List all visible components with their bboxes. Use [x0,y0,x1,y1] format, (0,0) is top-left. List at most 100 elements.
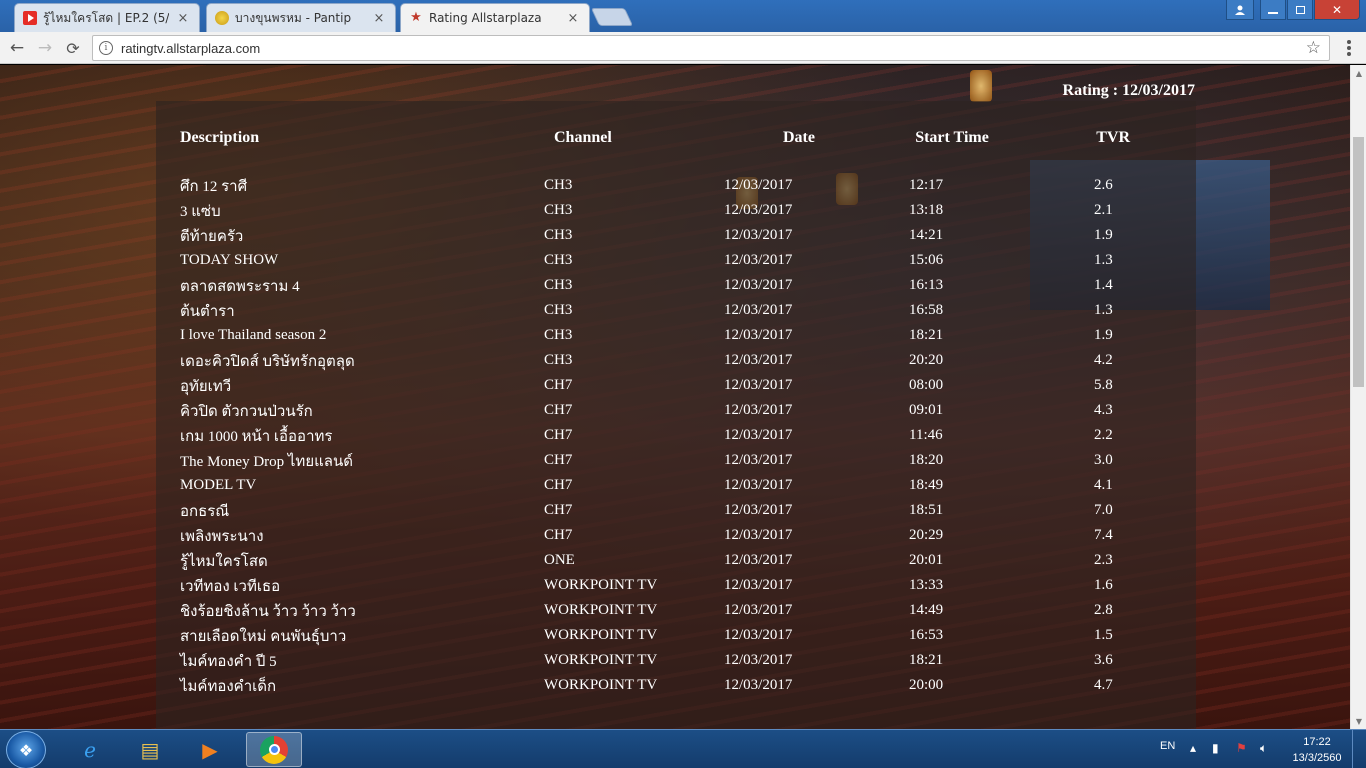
table-row: รู้ไหมใครโสด ONE 12/03/2017 20:01 2.3 [172,548,1130,573]
show-hidden-icons-icon[interactable]: ▴ [1190,741,1196,755]
cell-description: คิวปิด ตัวกวนป่วนรัก [180,403,313,420]
show-desktop-button[interactable] [1352,730,1366,768]
system-clock[interactable]: 17:22 13/3/2560 [1290,734,1344,766]
cell-channel: CH7 [544,377,573,393]
cell-description: เพลิงพระนาง [180,528,264,545]
tab-youtube[interactable]: รู้ไหมใครโสด | EP.2 (5/5 × [14,3,200,32]
table-row: I love Thailand season 2 CH3 12/03/2017 18:… [172,323,1130,348]
close-window-button[interactable]: ✕ [1314,0,1360,20]
cell-date: 12/03/2017 [724,402,793,418]
url-text[interactable]: ratingtv.allstarplaza.com [121,41,260,56]
cell-description: ตีท้ายครัว [180,228,244,245]
volume-icon[interactable]: 🔈︎ [1260,741,1267,756]
cell-start-time: 18:49 [909,477,944,493]
close-icon[interactable]: × [371,11,387,26]
cell-tvr: 1.9 [1094,327,1113,343]
cell-channel: CH3 [544,302,573,318]
clock-date: 13/3/2560 [1292,752,1342,764]
header-description: Description [180,129,260,146]
background-lamp [970,70,992,102]
cell-tvr: 7.4 [1094,527,1113,543]
forward-button[interactable]: → [34,37,56,59]
close-icon[interactable]: × [175,11,191,26]
browser-toolbar: ← → ⟳ i ratingtv.allstarplaza.com ☆ [0,32,1366,64]
cell-start-time: 20:00 [909,677,944,693]
cell-description: TODAY SHOW [180,252,279,268]
table-row: เพลิงพระนาง CH7 12/03/2017 20:29 7.4 [172,523,1130,548]
scrollbar-thumb[interactable] [1353,137,1364,387]
cell-date: 12/03/2017 [724,602,793,618]
star-icon: ★ [410,10,422,25]
minimize-button[interactable] [1260,0,1286,20]
cell-start-time: 16:53 [909,627,944,643]
table-row: เดอะคิวปิดส์ บริษัทรักอุตลุด CH3 12/03/201… [172,348,1130,373]
start-button[interactable]: ❖ [6,731,46,768]
new-tab-button[interactable] [590,8,634,26]
reload-button[interactable]: ⟳ [62,37,84,59]
table-header-row: Description Channel Date Start Time TVR [172,127,1130,149]
cell-start-time: 20:20 [909,352,944,368]
rating-title: Rating : 12/03/2017 [1062,82,1195,99]
clock-time: 17:22 [1303,736,1331,748]
cell-channel: WORKPOINT TV [544,602,658,618]
tab-title: Rating Allstarplaza [429,11,542,25]
maximize-button[interactable] [1287,0,1313,20]
file-explorer-icon[interactable]: ▤ [122,732,178,767]
cell-channel: CH3 [544,277,573,293]
internet-explorer-icon[interactable]: ℯ [62,732,118,767]
cell-channel: WORKPOINT TV [544,677,658,693]
table-row: ชิงร้อยชิงล้าน ว้าว ว้าว ว้าว WORKPOINT T… [172,598,1130,623]
table-row: MODEL TV CH7 12/03/2017 18:49 4.1 [172,473,1130,498]
rating-table: Description Channel Date Start Time TVR … [172,127,1130,698]
table-row: ตีท้ายครัว CH3 12/03/2017 14:21 1.9 [172,223,1130,248]
table-row: ไมค์ทองคำ ปี 5 WORKPOINT TV 12/03/2017 18:2… [172,648,1130,673]
cell-date: 12/03/2017 [724,502,793,518]
cell-start-time: 20:01 [909,552,944,568]
browser-menu-button[interactable] [1342,38,1356,58]
restore-icon [1295,5,1305,14]
cell-date: 12/03/2017 [724,177,793,193]
header-spacer [172,149,1130,173]
cell-description: เกม 1000 หน้า เอื้ออาทร [180,428,333,445]
cell-start-time: 18:21 [909,652,944,668]
table-row: ต้นตำรา CH3 12/03/2017 16:58 1.3 [172,298,1130,323]
network-icon[interactable]: ▮ [1212,741,1219,755]
table-row: อุทัยเทวี CH7 12/03/2017 08:00 5.8 [172,373,1130,398]
cell-tvr: 1.9 [1094,227,1113,243]
windows-logo-icon: ❖ [18,740,34,760]
cell-date: 12/03/2017 [724,552,793,568]
cell-tvr: 2.8 [1094,602,1113,618]
tab-rating-allstarplaza[interactable]: ★ Rating Allstarplaza × [400,3,590,32]
scroll-down-icon[interactable]: ▼ [1351,713,1366,729]
table-row: เวทีทอง เวทีเธอ WORKPOINT TV 12/03/2017 13:… [172,573,1130,598]
chrome-taskbar-button[interactable] [246,732,302,767]
table-row: ไมค์ทองคำเด็ก WORKPOINT TV 12/03/2017 20:00… [172,673,1130,698]
cell-description: อกธรณี [180,503,230,520]
cell-start-time: 16:13 [909,277,944,293]
page-scrollbar[interactable]: ▲ ▼ [1350,65,1366,729]
scroll-up-icon[interactable]: ▲ [1351,65,1366,81]
cell-channel: CH3 [544,177,573,193]
cell-date: 12/03/2017 [724,252,793,268]
language-indicator[interactable]: EN [1160,740,1175,752]
table-row: เกม 1000 หน้า เอื้ออาทร CH7 12/03/2017 11:4… [172,423,1130,448]
cell-tvr: 1.4 [1094,277,1113,293]
cell-tvr: 5.8 [1094,377,1113,393]
action-center-icon[interactable]: ⚑ [1236,741,1247,755]
back-button[interactable]: ← [6,37,28,59]
info-icon[interactable]: i [99,41,113,55]
address-bar[interactable]: i ratingtv.allstarplaza.com ☆ [92,35,1330,61]
header-tvr: TVR [1096,129,1130,146]
cell-tvr: 2.3 [1094,552,1113,568]
cell-tvr: 2.6 [1094,177,1113,193]
cell-start-time: 13:18 [909,202,944,218]
user-icon[interactable] [1226,0,1254,20]
cell-channel: CH3 [544,352,573,368]
bookmark-star-icon[interactable]: ☆ [1306,38,1321,58]
table-row: คิวปิด ตัวกวนป่วนรัก CH7 12/03/2017 09:01 4.… [172,398,1130,423]
tab-pantip[interactable]: บางขุนพรหม - Pantip × [206,3,396,32]
close-icon[interactable]: × [565,11,581,26]
cell-channel: CH3 [544,252,573,268]
cell-channel: CH7 [544,452,573,468]
media-player-icon[interactable]: ▶ [182,732,238,767]
